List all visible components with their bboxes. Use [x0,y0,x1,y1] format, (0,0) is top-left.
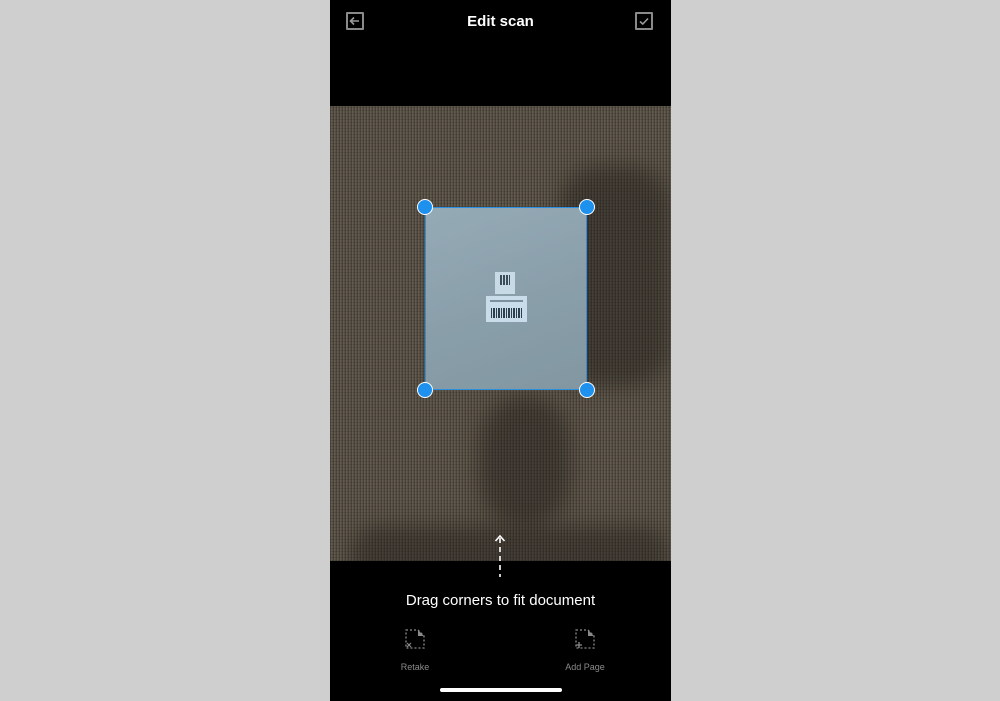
instruction-text: Drag corners to fit document [405,592,596,609]
crop-handle-top-left[interactable] [417,199,433,215]
phone-screen: Edit scan Drag corners to fit document R… [330,0,671,701]
retake-button[interactable]: Retake [380,627,450,672]
crop-handle-top-right[interactable] [579,199,595,215]
add-page-icon [575,629,595,649]
page-title: Edit scan [467,13,534,30]
done-button[interactable] [635,12,653,30]
checkmark-icon [639,17,649,26]
camera-preview [330,106,671,561]
add-page-button[interactable]: Add Page [550,627,620,672]
add-page-label: Add Page [565,662,605,672]
crop-handle-bottom-right[interactable] [579,382,595,398]
shadow-area [350,526,670,561]
home-indicator[interactable] [440,688,562,692]
retake-label: Retake [400,662,430,672]
retake-page-icon [405,629,425,649]
shadow-area [480,396,570,526]
crop-handle-bottom-left[interactable] [417,382,433,398]
top-bar: Edit scan [330,0,671,44]
crop-frame[interactable] [425,207,587,390]
dashed-arrow-up-icon [494,534,506,577]
